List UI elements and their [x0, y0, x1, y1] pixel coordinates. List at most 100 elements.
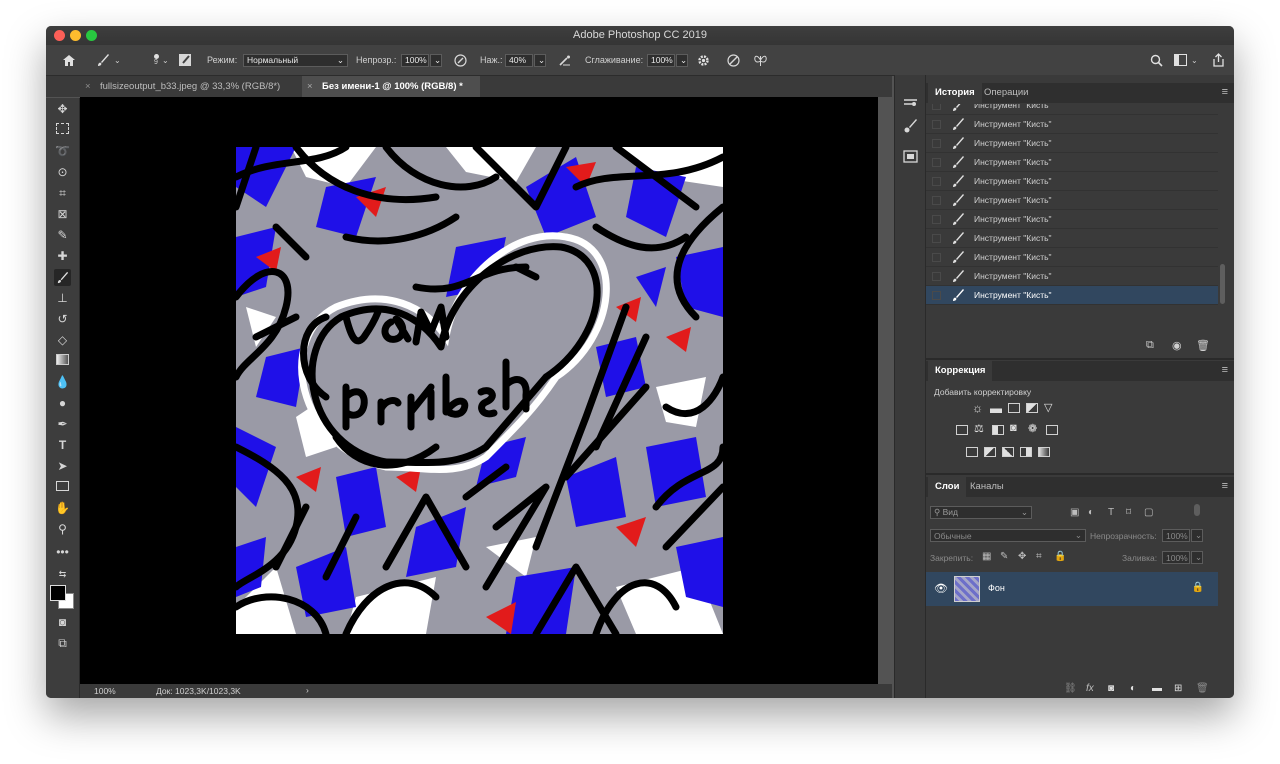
pressure-opacity-button[interactable] — [454, 45, 467, 75]
flow-field[interactable]: 40% — [505, 53, 533, 67]
history-source-checkbox[interactable] — [932, 272, 941, 281]
exposure-icon[interactable] — [1026, 403, 1038, 413]
invert-icon[interactable] — [966, 447, 978, 457]
history-source-checkbox[interactable] — [932, 104, 941, 110]
panel-menu-icon[interactable]: ≡ — [1222, 86, 1228, 98]
gradient-map-icon[interactable] — [1038, 447, 1050, 457]
brush-size-chevron[interactable]: ⌄ — [162, 45, 169, 75]
brush-settings-toggle[interactable] — [178, 45, 192, 75]
close-icon[interactable]: × — [85, 76, 91, 97]
zoom-tool[interactable]: ⚲ — [54, 521, 71, 538]
workspace-button[interactable]: ⌄ — [1174, 45, 1198, 75]
filter-pixel-icon[interactable]: ▣ — [1070, 507, 1079, 518]
history-source-checkbox[interactable] — [932, 177, 941, 186]
black-white-icon[interactable] — [992, 425, 1004, 435]
eyedropper-tool[interactable]: ✎ — [54, 227, 71, 244]
hue-saturation-icon[interactable] — [956, 425, 968, 435]
symmetry-button[interactable] — [753, 45, 768, 75]
rectangle-tool[interactable] — [54, 479, 71, 496]
frame-tool[interactable]: ⊠ — [54, 206, 71, 223]
history-brush-tool[interactable]: ↺ — [54, 311, 71, 328]
history-source-checkbox[interactable] — [932, 158, 941, 167]
gradient-tool[interactable] — [54, 353, 71, 370]
zoom-window-button[interactable] — [86, 30, 97, 41]
vibrance-icon[interactable]: ▽ — [1044, 401, 1052, 414]
libraries-dock-button[interactable] — [902, 148, 919, 165]
new-snapshot-icon[interactable]: ◉ — [1172, 339, 1182, 352]
smoothing-field[interactable]: 100% — [647, 53, 675, 67]
link-layers-icon[interactable]: ⛓ — [1064, 683, 1077, 694]
airbrush-button[interactable] — [558, 45, 572, 75]
posterize-icon[interactable] — [984, 447, 996, 457]
curves-icon[interactable] — [1008, 403, 1020, 413]
smoothing-chevron[interactable]: ⌄ — [676, 53, 688, 67]
tool-preset-picker[interactable]: ⌄ — [96, 45, 126, 75]
filter-toggle[interactable] — [1194, 504, 1200, 516]
color-lookup-icon[interactable] — [1046, 425, 1058, 435]
close-icon[interactable]: × — [307, 76, 313, 97]
tab-history[interactable]: История — [928, 83, 982, 103]
close-window-button[interactable] — [54, 30, 65, 41]
move-tool[interactable]: ✥ — [54, 101, 71, 118]
eye-icon[interactable]: 👁 — [934, 582, 948, 595]
fill-chevron[interactable]: ⌄ — [1191, 551, 1203, 564]
pressure-size-button[interactable] — [727, 45, 740, 75]
opacity-chevron[interactable]: ⌄ — [430, 53, 442, 67]
screen-mode-button[interactable]: ⧉ — [54, 635, 71, 652]
home-button[interactable] — [60, 45, 78, 75]
layer-name[interactable]: Фон — [988, 583, 1005, 593]
lock-artboard-icon[interactable]: ⌗ — [1036, 551, 1042, 562]
add-mask-icon[interactable]: ◙ — [1108, 683, 1114, 694]
marquee-tool[interactable] — [54, 122, 71, 139]
dodge-tool[interactable]: ● — [54, 395, 71, 412]
brush-tool[interactable] — [54, 269, 71, 286]
history-item[interactable]: Инструмент "Кисть" — [926, 248, 1218, 267]
smoothing-options-button[interactable] — [697, 45, 710, 75]
history-item[interactable]: Инструмент "Кисть" — [926, 267, 1218, 286]
path-selection-tool[interactable]: ➤ — [54, 458, 71, 475]
history-source-checkbox[interactable] — [932, 291, 941, 300]
trash-icon[interactable]: 🗑 — [1196, 683, 1209, 694]
status-menu-arrow[interactable]: › — [306, 685, 309, 695]
new-adjustment-layer-icon[interactable]: ◐ — [1130, 683, 1136, 694]
tab-layers[interactable]: Слои — [928, 477, 967, 497]
filter-smart-object-icon[interactable]: ▢ — [1144, 507, 1153, 518]
quick-selection-tool[interactable]: ⊙ — [54, 164, 71, 181]
zoom-level[interactable]: 100% — [94, 686, 116, 696]
opacity-field[interactable]: 100% — [401, 53, 429, 67]
history-item[interactable]: Инструмент "Кисть" — [926, 134, 1218, 153]
more-tools[interactable]: ••• — [54, 544, 71, 561]
new-layer-icon[interactable]: ⊞ — [1174, 683, 1182, 694]
lock-all-icon[interactable]: 🔒 — [1054, 551, 1066, 562]
panel-menu-icon[interactable]: ≡ — [1222, 480, 1228, 492]
brushes-dock-button[interactable] — [902, 117, 919, 134]
history-source-checkbox[interactable] — [932, 234, 941, 243]
history-source-checkbox[interactable] — [932, 120, 941, 129]
layer-opacity-field[interactable]: 100% — [1162, 529, 1190, 542]
levels-icon[interactable] — [990, 403, 1002, 413]
share-button[interactable] — [1212, 45, 1225, 75]
photo-filter-icon[interactable]: ◙ — [1010, 422, 1017, 434]
history-source-checkbox[interactable] — [932, 139, 941, 148]
artwork-canvas[interactable] — [236, 147, 723, 634]
layer-style-icon[interactable]: fx — [1086, 683, 1094, 694]
lock-transparent-icon[interactable]: ▦ — [982, 551, 991, 562]
lock-position-icon[interactable]: ✥ — [1018, 551, 1026, 562]
brush-settings-dock-button[interactable] — [902, 95, 919, 112]
tab-adjustments[interactable]: Коррекция — [928, 361, 993, 381]
history-item[interactable]: Инструмент "Кисть" — [926, 191, 1218, 210]
layer-row[interactable]: 👁 Фон 🔒 — [926, 572, 1218, 606]
history-scrollbar[interactable] — [1220, 264, 1225, 304]
panel-menu-icon[interactable]: ≡ — [1222, 364, 1228, 376]
blur-tool[interactable]: 💧 — [54, 374, 71, 391]
layer-filter-select[interactable]: ⚲ Вид ⌄ — [930, 506, 1032, 519]
history-source-checkbox[interactable] — [932, 253, 941, 262]
minimize-window-button[interactable] — [70, 30, 81, 41]
history-item[interactable]: Инструмент "Кисть" — [926, 104, 1218, 115]
filter-adjustment-icon[interactable]: ◐ — [1088, 507, 1094, 518]
pen-tool[interactable]: ✒ — [54, 416, 71, 433]
color-balance-icon[interactable]: ⚖ — [974, 422, 984, 435]
trash-icon[interactable]: 🗑 — [1196, 339, 1210, 352]
lock-image-icon[interactable]: ✎ — [1000, 551, 1008, 562]
history-source-checkbox[interactable] — [932, 196, 941, 205]
